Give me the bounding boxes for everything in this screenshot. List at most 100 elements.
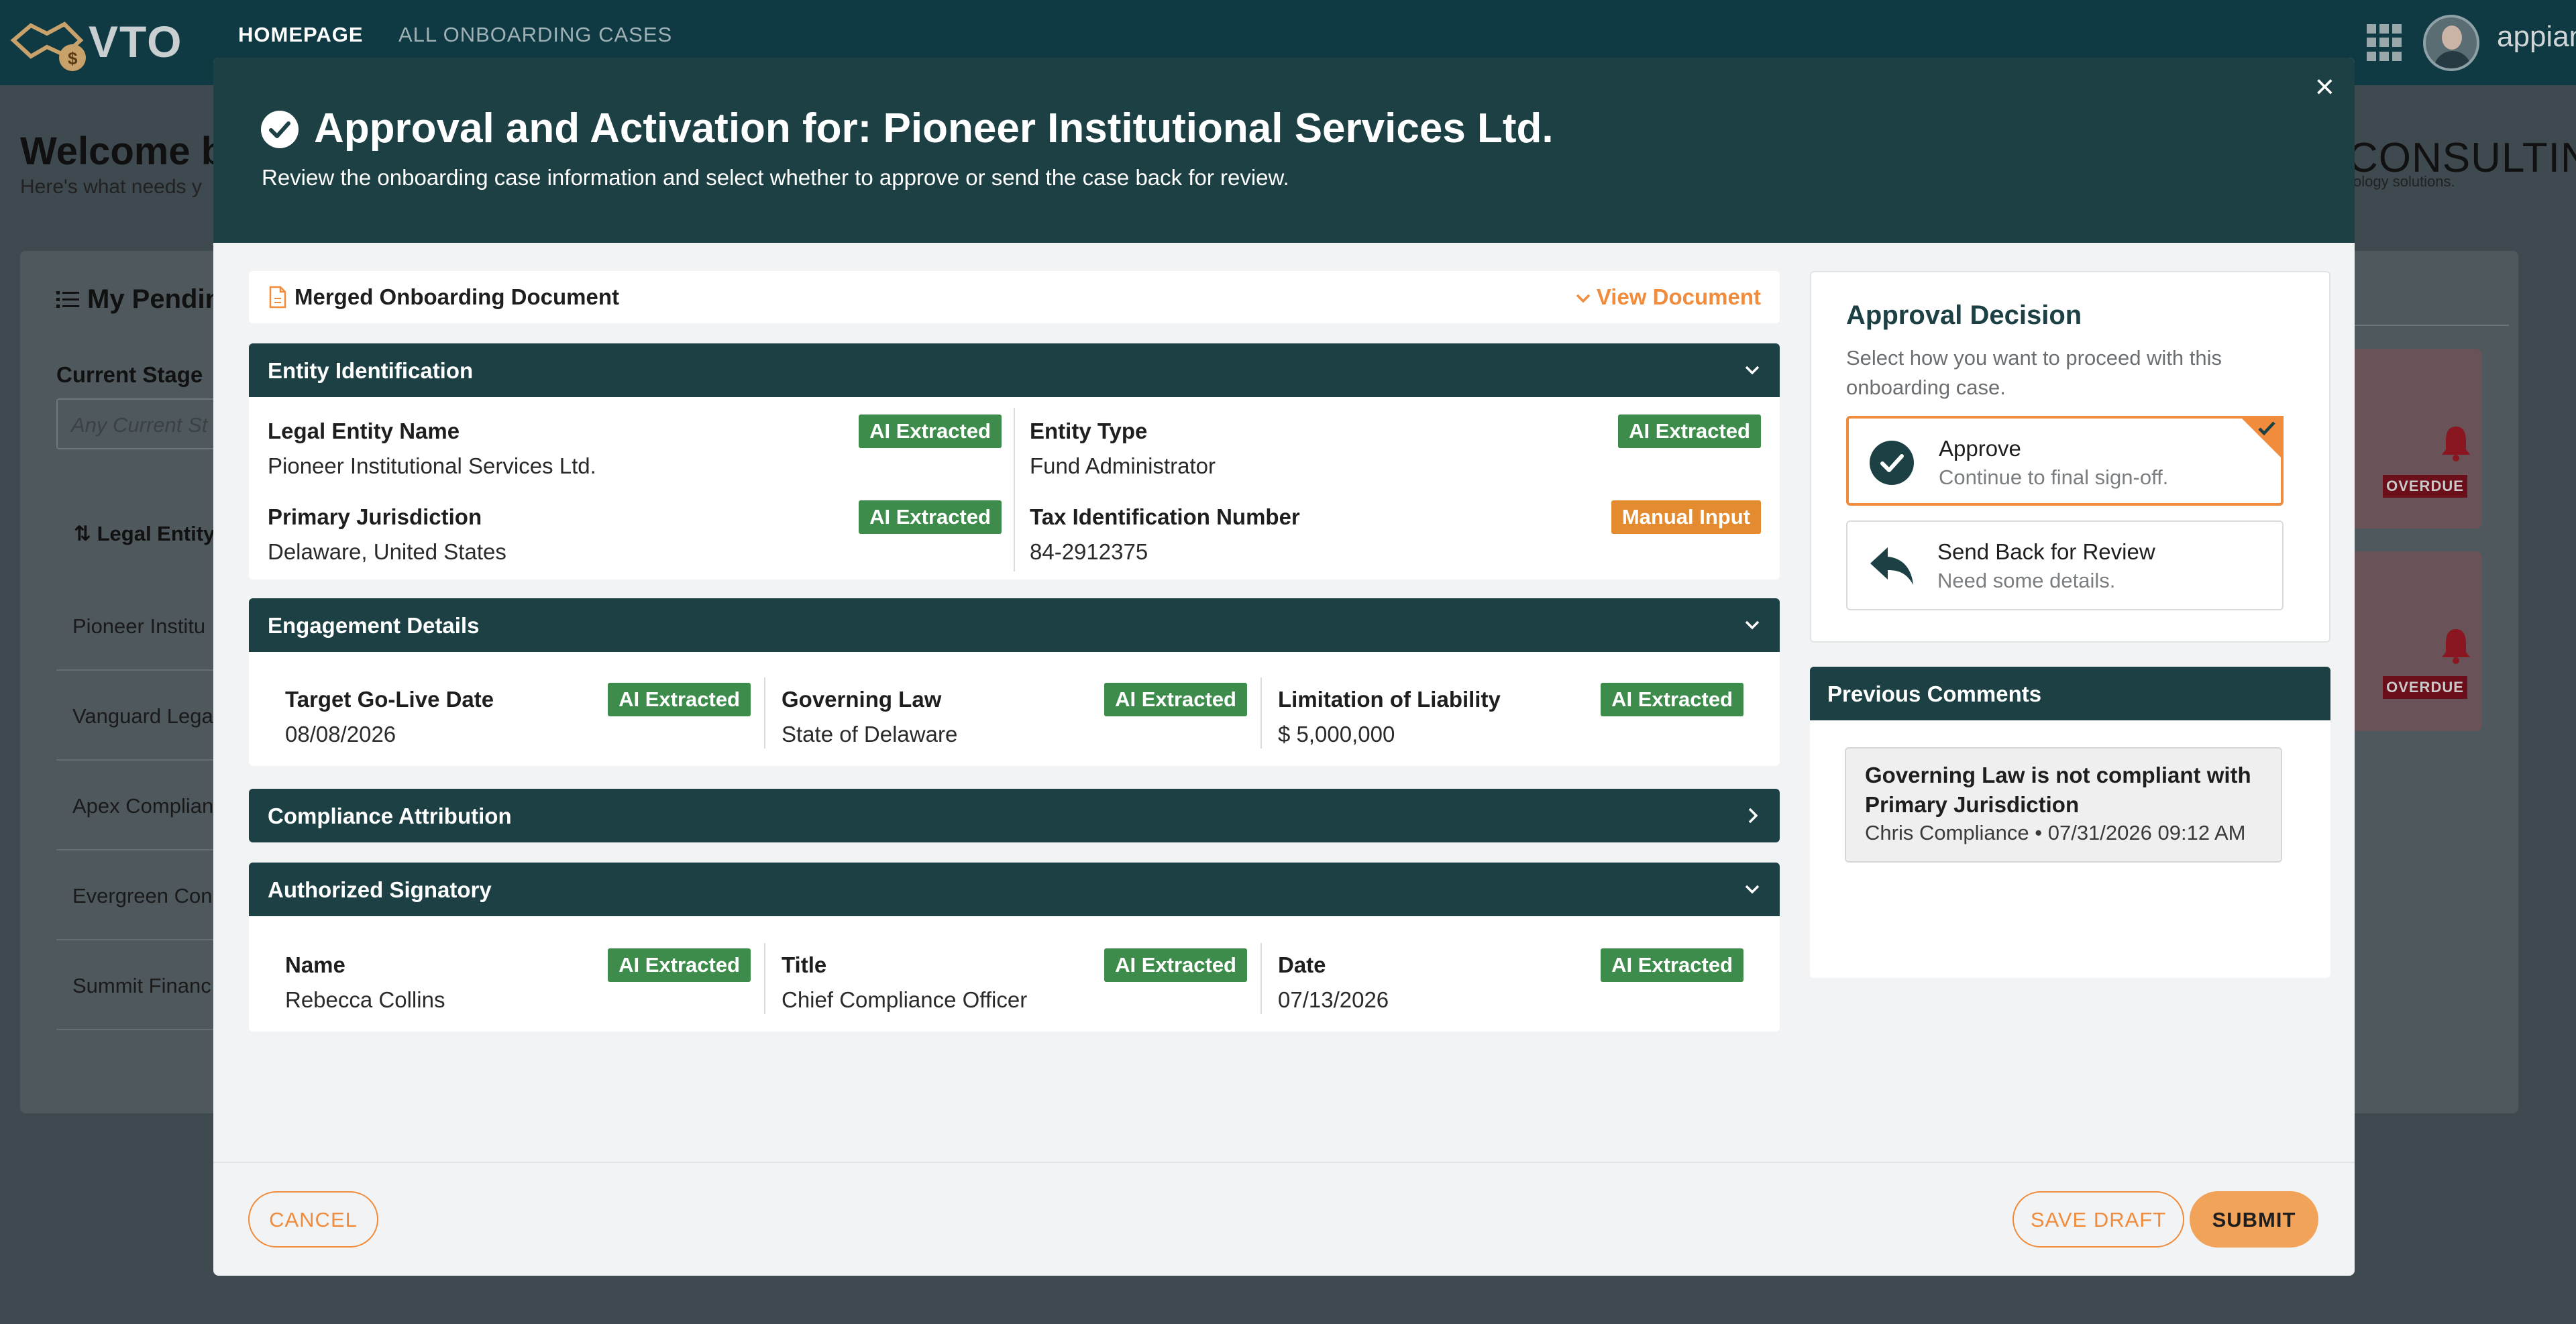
avatar[interactable] bbox=[2423, 15, 2479, 71]
save-draft-button[interactable]: SAVE DRAFT bbox=[2012, 1191, 2184, 1248]
brand-name: appian bbox=[2497, 20, 2576, 53]
field-signatory-title: Title AI Extracted Chief Compliance Offi… bbox=[782, 948, 1247, 1019]
field-entity-type: Entity Type AI Extracted Fund Administra… bbox=[1030, 415, 1761, 486]
consulting-tagline: ology solutions. bbox=[2353, 173, 2455, 190]
app-logo[interactable]: $ VTO bbox=[8, 9, 182, 76]
field-tax-identification-number: Tax Identification Number Manual Input 8… bbox=[1030, 500, 1761, 571]
modal-title: Approval and Activation for: Pioneer Ins… bbox=[314, 105, 1554, 152]
field-value: Fund Administrator bbox=[1030, 453, 1216, 478]
comments-title: Previous Comments bbox=[1827, 681, 2042, 706]
ai-extracted-tag: AI Extracted bbox=[859, 500, 1002, 534]
current-stage-dropdown[interactable]: Any Current St bbox=[56, 398, 231, 449]
section-entity-identification: Entity Identification Legal Entity Name … bbox=[249, 343, 1780, 580]
comment-text: Governing Law is not compliant with Prim… bbox=[1865, 763, 2251, 817]
bell-icon bbox=[2442, 427, 2470, 461]
divider bbox=[2348, 325, 2509, 326]
overdue-badge: OVERDUE bbox=[2383, 475, 2467, 498]
table-row[interactable]: Pioneer Institu bbox=[56, 581, 231, 671]
field-primary-jurisdiction: Primary Jurisdiction AI Extracted Delawa… bbox=[268, 500, 1002, 571]
field-value: Delaware, United States bbox=[268, 539, 506, 564]
divider bbox=[764, 677, 765, 749]
reply-arrow-icon bbox=[1870, 547, 1913, 585]
vto-logo-icon: $ bbox=[10, 21, 86, 71]
nav-homepage[interactable]: HOMEPAGE bbox=[238, 23, 364, 47]
field-signatory-name: Name AI Extracted Rebecca Collins bbox=[285, 948, 751, 1019]
nav-all-onboarding-cases[interactable]: ALL ONBOARDING CASES bbox=[398, 23, 672, 47]
check-circle-icon bbox=[261, 111, 299, 148]
option-title: Approve bbox=[1939, 436, 2021, 461]
field-limitation-of-liability: Limitation of Liability AI Extracted $ 5… bbox=[1278, 683, 1743, 754]
field-label: Primary Jurisdiction bbox=[268, 504, 482, 529]
previous-comments-card: Previous Comments Governing Law is not c… bbox=[1810, 667, 2330, 978]
check-icon bbox=[2258, 421, 2275, 436]
send-back-option[interactable]: Send Back for Review Need some details. bbox=[1846, 520, 2284, 610]
close-icon[interactable]: × bbox=[2315, 70, 2334, 103]
field-value: Chief Compliance Officer bbox=[782, 987, 1028, 1012]
chevron-down-icon bbox=[1576, 294, 1591, 303]
option-description: Need some details. bbox=[1937, 569, 2116, 592]
approval-modal: × Approval and Activation for: Pioneer I… bbox=[213, 58, 2355, 1276]
approval-decision-description: Select how you want to proceed with this… bbox=[1846, 346, 2222, 399]
approve-option[interactable]: Approve Continue to final sign-off. bbox=[1846, 416, 2284, 506]
view-document-label: View Document bbox=[1596, 284, 1761, 309]
field-label: Date bbox=[1278, 952, 1326, 977]
row-label: Vanguard Lega bbox=[72, 704, 213, 728]
current-stage-placeholder: Any Current St bbox=[71, 413, 208, 437]
row-label: Pioneer Institu bbox=[72, 614, 206, 638]
section-title: Engagement Details bbox=[268, 613, 480, 638]
document-icon bbox=[269, 286, 286, 309]
ai-extracted-tag: AI Extracted bbox=[608, 948, 751, 982]
field-label: Tax Identification Number bbox=[1030, 504, 1300, 529]
field-value: Pioneer Institutional Services Ltd. bbox=[268, 453, 596, 478]
ai-extracted-tag: AI Extracted bbox=[1104, 948, 1247, 982]
sort-icon: ⇅ bbox=[74, 522, 97, 545]
table-row[interactable]: Evergreen Con bbox=[56, 850, 231, 940]
grid-icon[interactable] bbox=[2367, 24, 2404, 62]
section-title: Compliance Attribution bbox=[268, 804, 512, 828]
field-legal-entity-name: Legal Entity Name AI Extracted Pioneer I… bbox=[268, 415, 1002, 486]
cancel-button[interactable]: CANCEL bbox=[248, 1191, 378, 1248]
row-label: Apex Complian bbox=[72, 794, 214, 818]
section-authorized-signatory: Authorized Signatory Name AI Extracted R… bbox=[249, 863, 1780, 1032]
document-bar: Merged Onboarding Document View Document bbox=[249, 271, 1780, 323]
approval-decision-card: Approval Decision Select how you want to… bbox=[1810, 271, 2330, 643]
field-value: 84-2912375 bbox=[1030, 539, 1148, 564]
modal-subtitle: Review the onboarding case information a… bbox=[262, 165, 1289, 190]
view-document-link[interactable]: View Document bbox=[1575, 284, 1761, 310]
manual-input-tag: Manual Input bbox=[1611, 500, 1761, 534]
field-label: Limitation of Liability bbox=[1278, 687, 1501, 712]
chevron-down-icon bbox=[1745, 885, 1760, 894]
chevron-right-icon bbox=[1748, 808, 1758, 824]
ai-extracted-tag: AI Extracted bbox=[1618, 415, 1761, 448]
divider bbox=[764, 943, 765, 1014]
section-header[interactable]: Entity Identification bbox=[249, 343, 1780, 397]
section-header[interactable]: Authorized Signatory bbox=[249, 863, 1780, 916]
table-row[interactable]: Summit Financ bbox=[56, 940, 231, 1030]
ai-extracted-tag: AI Extracted bbox=[1104, 683, 1247, 716]
chevron-down-icon bbox=[1745, 620, 1760, 630]
welcome-subtitle: Here's what needs y bbox=[20, 176, 202, 198]
check-circle-icon bbox=[1870, 441, 1914, 485]
field-target-go-live-date: Target Go-Live Date AI Extracted 08/08/2… bbox=[285, 683, 751, 754]
field-label: Name bbox=[285, 952, 345, 977]
modal-header: × Approval and Activation for: Pioneer I… bbox=[213, 58, 2355, 243]
legal-entity-column-header[interactable]: ⇅ Legal Entity bbox=[74, 522, 215, 546]
svg-text:$: $ bbox=[68, 48, 78, 68]
section-header[interactable]: Compliance Attribution bbox=[249, 789, 1780, 842]
section-engagement-details: Engagement Details Target Go-Live Date A… bbox=[249, 598, 1780, 766]
ai-extracted-tag: AI Extracted bbox=[1601, 683, 1743, 716]
comment-item: Governing Law is not compliant with Prim… bbox=[1845, 747, 2282, 863]
app-name: VTO bbox=[89, 17, 183, 66]
field-label: Entity Type bbox=[1030, 419, 1148, 443]
table-row[interactable]: Vanguard Lega bbox=[56, 671, 231, 761]
ai-extracted-tag: AI Extracted bbox=[608, 683, 751, 716]
submit-button[interactable]: SUBMIT bbox=[2190, 1191, 2318, 1248]
field-value: $ 5,000,000 bbox=[1278, 722, 1395, 747]
table-row[interactable]: Apex Complian bbox=[56, 761, 231, 850]
column-header-label: Legal Entity bbox=[97, 522, 215, 545]
footer-divider bbox=[213, 1162, 2355, 1163]
field-value: 08/08/2026 bbox=[285, 722, 396, 747]
field-value: 07/13/2026 bbox=[1278, 987, 1389, 1012]
section-header[interactable]: Engagement Details bbox=[249, 598, 1780, 652]
comment-meta: Chris Compliance • 07/31/2026 09:12 AM bbox=[1865, 821, 2246, 844]
